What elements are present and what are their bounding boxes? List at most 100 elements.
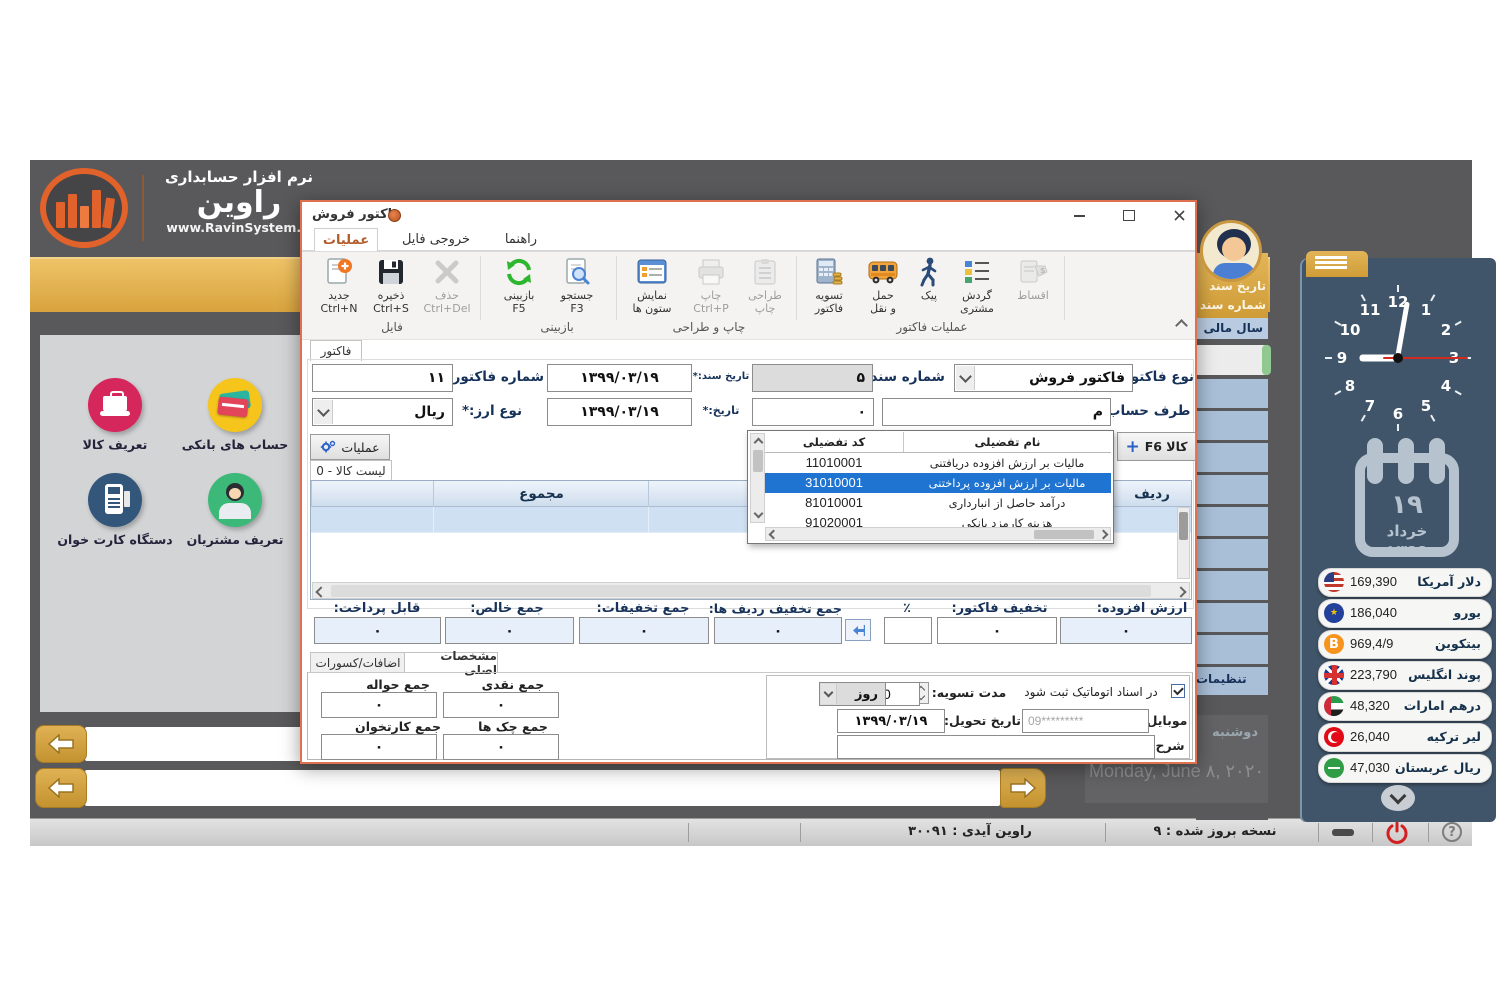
courier-button[interactable]: پیک	[910, 255, 948, 302]
new-button[interactable]: جدید Ctrl+N	[314, 255, 364, 315]
define-goods-label[interactable]: تعریف کالا	[63, 437, 167, 452]
lookup-row[interactable]: 81010001درآمد حاصل از انبارداری	[765, 493, 1111, 513]
col-header-total[interactable]: مجموع	[433, 481, 649, 507]
col-header-row[interactable]: ردیف	[1111, 481, 1192, 507]
invoice-type-combo[interactable]: فاکتور فروش	[954, 364, 1133, 392]
checks-sum-field[interactable]: ۰	[443, 734, 559, 760]
define-customers-icon[interactable]	[208, 473, 262, 527]
popup-horizontal-scrollbar[interactable]	[765, 527, 1111, 541]
popup-vertical-scrollbar[interactable]	[750, 433, 765, 523]
scrollbar-thumb[interactable]	[1179, 512, 1188, 540]
pos-device-icon[interactable]	[88, 473, 142, 527]
scroll-up-icon[interactable]	[753, 436, 763, 446]
scroll-right-icon[interactable]	[1098, 530, 1108, 539]
cash-sum-field[interactable]: ۰	[443, 692, 559, 718]
percent-field[interactable]	[884, 617, 932, 644]
scroll-right-icon[interactable]	[1175, 586, 1187, 597]
back-arrow-button-lower[interactable]	[35, 768, 87, 808]
tab-help[interactable]: راهنما	[492, 228, 550, 251]
side-menu-item[interactable]	[1196, 475, 1268, 504]
side-menu-item[interactable]	[1196, 571, 1268, 600]
currency-row-aed[interactable]: 48,320درهم امارات	[1318, 692, 1492, 721]
tab-main-specs[interactable]: مشخصات اصلی	[404, 652, 498, 673]
account-field[interactable]: م	[882, 398, 1111, 426]
currency-row-usd[interactable]: 169,390دلار آمریکا	[1318, 568, 1492, 597]
fiscal-year-label[interactable]: سال مالی	[1196, 318, 1268, 339]
currency-expand-button[interactable]	[1381, 785, 1415, 811]
forward-arrow-button[interactable]	[1000, 768, 1046, 808]
transfer-sum-field[interactable]: ۰	[321, 692, 437, 718]
currency-row-gbp[interactable]: 223,790پوند انگلیس	[1318, 661, 1492, 690]
minimize-app-icon[interactable]	[1332, 829, 1354, 836]
side-menu-item[interactable]	[1196, 411, 1268, 440]
side-menu-item-selected[interactable]	[1196, 345, 1268, 375]
bank-accounts-icon[interactable]	[208, 378, 262, 432]
currency-row-btc[interactable]: B 969,4/9بیتکوین	[1318, 630, 1492, 659]
customer-ledger-button[interactable]: گردش مشتری	[952, 255, 1002, 315]
user-avatar[interactable]	[1200, 220, 1262, 282]
tab-extras[interactable]: اضافات/کسورات	[310, 652, 406, 673]
tab-operations[interactable]: عملیات	[314, 228, 378, 253]
pos-device-label[interactable]: دستگاه کارت خوان	[56, 532, 174, 547]
back-arrow-button-upper[interactable]	[35, 725, 87, 763]
settle-unit-combo[interactable]: روز	[819, 682, 886, 706]
lookup-row[interactable]: 11010001مالیات بر ارزش افزوده دریافتنی	[765, 453, 1111, 473]
sidebar-menu-tab[interactable]	[1306, 251, 1368, 277]
tab-goods-list[interactable]: لیست کالا - 0	[310, 460, 392, 481]
side-menu-item[interactable]	[1196, 603, 1268, 632]
settle-invoice-button[interactable]: تسویه فاکتور	[804, 255, 854, 315]
bank-accounts-label[interactable]: حساب های بانکی	[178, 437, 292, 452]
minimize-button[interactable]	[1064, 207, 1094, 224]
chevron-down-icon[interactable]	[821, 684, 837, 704]
define-customers-label[interactable]: تعریف مشتریان	[180, 532, 290, 547]
side-menu-item-settings[interactable]: تنظیمات	[1196, 667, 1268, 695]
add-goods-button[interactable]: کالا F6 +	[1117, 432, 1196, 461]
nav-bar-lower[interactable]	[85, 770, 1000, 806]
define-goods-icon[interactable]	[88, 378, 142, 432]
maximize-button[interactable]	[1114, 207, 1144, 224]
tab-invoice[interactable]: فاکتور	[310, 340, 362, 361]
side-menu-item[interactable]	[1196, 635, 1268, 664]
show-columns-button[interactable]: نمایش ستون ها	[624, 255, 680, 315]
card-sum-field[interactable]: ۰	[321, 734, 437, 760]
scroll-left-icon[interactable]	[768, 530, 778, 539]
lookup-row-selected[interactable]: 31010001مالیات بر ارزش افزوده پرداختنی	[765, 473, 1111, 493]
power-icon[interactable]	[1386, 822, 1408, 844]
doc-date-field[interactable]: ۱۳۹۹/۰۳/۱۹	[547, 364, 692, 392]
ribbon-collapse-button[interactable]	[1174, 316, 1188, 330]
tab-file-export[interactable]: خروجی فایل	[394, 228, 478, 251]
account-extra-field[interactable]: ۰	[752, 398, 874, 426]
invoice-number-field[interactable]: ۱۱	[312, 364, 453, 392]
save-button[interactable]: ذخیره Ctrl+S	[366, 255, 416, 315]
scrollbar-thumb[interactable]	[331, 585, 1151, 597]
scroll-left-icon[interactable]	[315, 586, 327, 597]
side-menu-item[interactable]	[1196, 379, 1268, 408]
description-field[interactable]	[837, 735, 1155, 759]
refresh-button[interactable]: بازبینی F5	[494, 255, 544, 315]
scrollbar-thumb[interactable]	[753, 450, 763, 472]
scroll-down-icon[interactable]	[753, 510, 763, 520]
row-operations-button[interactable]: عملیات	[310, 434, 390, 460]
side-menu-item[interactable]	[1196, 443, 1268, 472]
table-horizontal-scrollbar[interactable]	[312, 582, 1190, 599]
side-menu-item[interactable]	[1196, 539, 1268, 568]
transport-button[interactable]: حمل و نقل	[860, 255, 906, 315]
auto-doc-checkbox[interactable]	[1171, 684, 1185, 698]
invoice-discount-field[interactable]: ۰	[937, 617, 1057, 644]
apply-discount-button[interactable]	[845, 619, 871, 641]
delivery-date-field[interactable]: ۱۳۹۹/۰۳/۱۹	[837, 709, 945, 733]
chevron-down-icon[interactable]	[956, 366, 975, 390]
date-field[interactable]: ۱۳۹۹/۰۳/۱۹	[547, 398, 692, 426]
chevron-down-icon[interactable]	[314, 400, 333, 424]
mobile-field[interactable]: 09*********	[1022, 709, 1149, 733]
col-header-empty[interactable]	[311, 481, 434, 507]
search-button[interactable]: جستجو F3	[552, 255, 602, 315]
help-icon[interactable]: ?	[1442, 822, 1462, 842]
currency-row-eur[interactable]: ★ 186,040یورو	[1318, 599, 1492, 628]
close-button[interactable]	[1164, 207, 1194, 224]
currency-row-sar[interactable]: 47,030ریال عربستان	[1318, 754, 1492, 783]
currency-row-try[interactable]: 26,040لیر ترکیه	[1318, 723, 1492, 752]
table-vertical-scrollbar[interactable]	[1177, 507, 1190, 579]
scrollbar-thumb[interactable]	[1034, 530, 1094, 539]
side-menu-item[interactable]	[1196, 507, 1268, 536]
